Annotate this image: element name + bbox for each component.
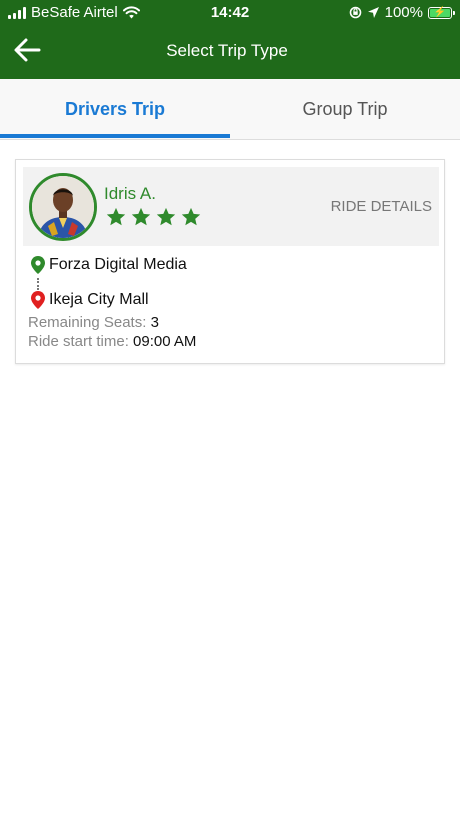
app-header: BeSafe Airtel 14:42 100% ⚡ Select Trip T… [0, 0, 460, 79]
driver-name: Idris A. [104, 184, 156, 203]
star-icon [181, 207, 201, 226]
ride-details-button[interactable]: RIDE DETAILS [331, 198, 432, 215]
ride-start-time-value: 09:00 AM [133, 333, 197, 350]
star-icon [106, 207, 126, 226]
red-pin-icon [31, 291, 45, 309]
tab-group-trip[interactable]: Group Trip [230, 79, 460, 140]
driver-header: Idris A. RIDE DETAILS [23, 167, 439, 246]
active-tab-indicator [0, 134, 230, 138]
ride-start-time: Ride start time: 09:00 AM [28, 333, 196, 350]
dropoff-location-text: Ikeja City Mall [49, 291, 149, 308]
battery-icon: ⚡ [428, 6, 455, 19]
status-bar: BeSafe Airtel 14:42 100% ⚡ [0, 0, 460, 26]
route-connector [37, 278, 39, 290]
driver-photo [32, 176, 94, 238]
pickup-location-text: Forza Digital Media [49, 256, 187, 273]
tab-drivers-trip[interactable]: Drivers Trip [0, 79, 230, 140]
star-icon [131, 207, 151, 226]
pickup-location: Forza Digital Media [31, 256, 187, 274]
remaining-seats: Remaining Seats: 3 [28, 314, 159, 331]
remaining-seats-value: 3 [150, 314, 159, 331]
page-title: Select Trip Type [166, 41, 288, 60]
status-right: 100% ⚡ [349, 4, 455, 21]
driver-rating [105, 206, 202, 228]
avatar [29, 173, 97, 241]
ride-start-time-label: Ride start time: [28, 333, 129, 350]
remaining-seats-label: Remaining Seats: [28, 314, 147, 331]
trip-card[interactable]: Idris A. RIDE DETAILS Forza Digital Medi… [15, 159, 445, 364]
location-arrow-icon [367, 7, 379, 18]
dropoff-location: Ikeja City Mall [31, 291, 149, 309]
rotation-lock-icon [349, 6, 361, 19]
star-icon [156, 207, 176, 226]
battery-percent: 100% [384, 4, 423, 21]
green-pin-icon [31, 256, 45, 274]
trip-type-tabs: Drivers Trip Group Trip [0, 79, 460, 140]
